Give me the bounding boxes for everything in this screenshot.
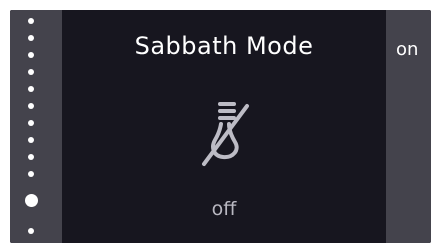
next-setting-status: on xyxy=(396,39,419,60)
setting-title: Sabbath Mode xyxy=(134,32,314,60)
pagination-strip xyxy=(10,10,62,243)
sabbath-mode-disabled-icon xyxy=(194,100,262,168)
pagination-dot xyxy=(28,171,34,177)
pagination-dot xyxy=(28,154,34,160)
pagination-dot xyxy=(28,86,34,92)
pagination-dot-active xyxy=(25,194,38,207)
pagination-dot xyxy=(28,69,34,75)
pagination-dot xyxy=(28,228,34,234)
setting-status: off xyxy=(211,198,237,220)
pagination-dots xyxy=(10,10,62,243)
pagination-dot xyxy=(28,35,34,41)
pagination-dot xyxy=(28,18,34,24)
sabbath-mode-screen: Sabbath Mode off on xyxy=(10,10,431,243)
pagination-dot xyxy=(28,120,34,126)
pagination-dot xyxy=(28,103,34,109)
pagination-dot xyxy=(28,137,34,143)
current-setting-panel[interactable]: Sabbath Mode off xyxy=(62,10,386,243)
pagination-dot xyxy=(28,52,34,58)
next-setting-panel[interactable]: on xyxy=(386,10,431,243)
